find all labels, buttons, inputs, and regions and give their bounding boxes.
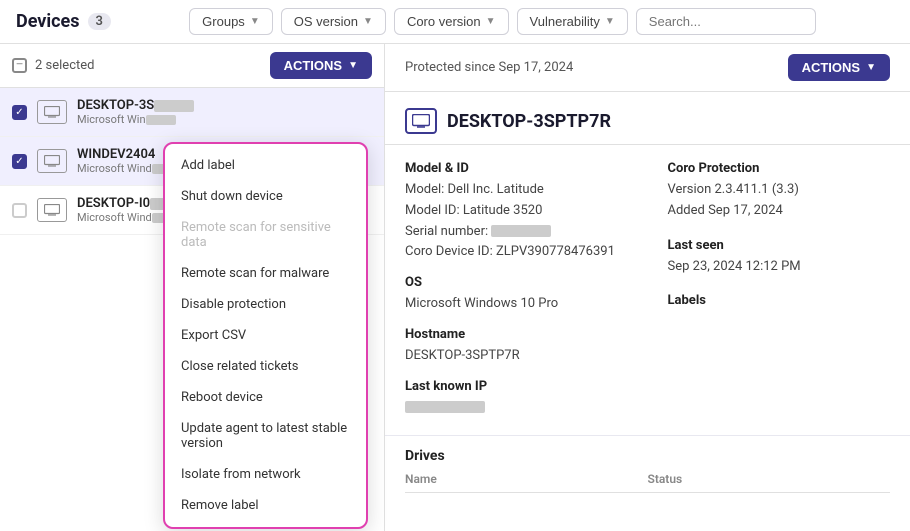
page-title: Devices: [16, 11, 80, 32]
last-known-ip-title: Last known IP: [405, 379, 628, 394]
dropdown-item-close-tickets[interactable]: Close related tickets: [165, 351, 366, 382]
drives-section: Drives Name Status: [385, 435, 910, 509]
device-info: DESKTOP-3S Microsoft Win: [77, 98, 372, 126]
filter-bar: Groups ▼ OS version ▼ Coro version ▼ Vul…: [111, 8, 894, 35]
device-checkbox[interactable]: [12, 105, 27, 120]
drives-title: Drives: [405, 436, 890, 472]
devices-count-badge: 3: [88, 13, 111, 30]
serial-number: Serial number:: [405, 222, 628, 243]
dropdown-item-shutdown[interactable]: Shut down device: [165, 181, 366, 212]
coro-device-id: Coro Device ID: ZLPV390778476391: [405, 242, 628, 263]
added-date: Added Sep 17, 2024: [668, 201, 891, 222]
detail-left-col: Model & ID Model: Dell Inc. Latitude Mod…: [405, 161, 628, 419]
device-checkbox[interactable]: [12, 203, 27, 218]
hostname-value: DESKTOP-3SPTP7R: [405, 346, 628, 367]
coro-protection-title: Coro Protection: [668, 161, 891, 176]
os-version-filter-btn[interactable]: OS version ▼: [281, 8, 386, 35]
dropdown-item-isolate[interactable]: Isolate from network: [165, 459, 366, 490]
hostname-title: Hostname: [405, 327, 628, 342]
selected-count-label: 2 selected: [35, 58, 94, 73]
selected-info: 2 selected: [12, 58, 94, 73]
protected-since-label: Protected since Sep 17, 2024: [405, 60, 573, 75]
device-icon: [37, 149, 67, 173]
devices-title-area: Devices 3: [16, 11, 111, 32]
device-icon: [37, 100, 67, 124]
search-input[interactable]: [636, 8, 816, 35]
list-actions-button[interactable]: ACTIONS ▼: [270, 52, 372, 79]
ip-blurred: [405, 401, 485, 413]
serial-number-blurred: [491, 225, 551, 237]
chevron-down-icon: ▼: [866, 62, 876, 73]
vulnerability-filter-btn[interactable]: Vulnerability ▼: [517, 8, 628, 35]
top-header: Devices 3 Groups ▼ OS version ▼ Coro ver…: [0, 0, 910, 44]
dropdown-item-reboot[interactable]: Reboot device: [165, 382, 366, 413]
detail-header: Protected since Sep 17, 2024 ACTIONS ▼: [385, 44, 910, 92]
list-item[interactable]: DESKTOP-3S Microsoft Win: [0, 88, 384, 137]
chevron-down-icon: ▼: [363, 16, 373, 27]
detail-actions-button[interactable]: ACTIONS ▼: [788, 54, 890, 81]
device-os: Microsoft Win: [77, 113, 372, 126]
detail-device-icon: [405, 108, 437, 134]
coro-version: Version 2.3.411.1 (3.3): [668, 180, 891, 201]
model-id-value: Model ID: Latitude 3520: [405, 201, 628, 222]
device-checkbox[interactable]: [12, 154, 27, 169]
device-icon: [37, 198, 67, 222]
dropdown-item-disable-protection[interactable]: Disable protection: [165, 289, 366, 320]
model-brand: Model: Dell Inc. Latitude: [405, 180, 628, 201]
right-panel: Protected since Sep 17, 2024 ACTIONS ▼ D…: [385, 44, 910, 531]
detail-body: Model & ID Model: Dell Inc. Latitude Mod…: [385, 145, 910, 435]
groups-filter-btn[interactable]: Groups ▼: [189, 8, 273, 35]
dropdown-item-remove-label[interactable]: Remove label: [165, 490, 366, 521]
last-seen-title: Last seen: [668, 238, 891, 253]
dropdown-item-remote-scan-malware[interactable]: Remote scan for malware: [165, 258, 366, 289]
chevron-down-icon: ▼: [348, 60, 358, 71]
select-all-checkbox[interactable]: [12, 58, 27, 73]
drives-table-header: Name Status: [405, 472, 890, 493]
app-container: Devices 3 Groups ▼ OS version ▼ Coro ver…: [0, 0, 910, 531]
dropdown-item-remote-scan-sensitive: Remote scan for sensitive data: [165, 212, 366, 258]
chevron-down-icon: ▼: [250, 16, 260, 27]
dropdown-item-add-label[interactable]: Add label: [165, 150, 366, 181]
actions-dropdown-menu: Add label Shut down device Remote scan f…: [163, 142, 368, 529]
drives-col-name: Name: [405, 472, 648, 486]
device-name: DESKTOP-3S: [77, 98, 372, 113]
coro-version-filter-btn[interactable]: Coro version ▼: [394, 8, 509, 35]
main-content: 2 selected ACTIONS ▼: [0, 44, 910, 531]
model-id-title: Model & ID: [405, 161, 628, 176]
labels-title: Labels: [668, 293, 891, 308]
chevron-down-icon: ▼: [605, 16, 615, 27]
last-known-ip-value: [405, 398, 628, 419]
chevron-down-icon: ▼: [486, 16, 496, 27]
detail-right-col: Coro Protection Version 2.3.411.1 (3.3) …: [668, 161, 891, 419]
dropdown-item-export-csv[interactable]: Export CSV: [165, 320, 366, 351]
detail-device-title: DESKTOP-3SPTP7R: [447, 111, 611, 132]
last-seen-value: Sep 23, 2024 12:12 PM: [668, 257, 891, 278]
dropdown-item-update-agent[interactable]: Update agent to latest stable version: [165, 413, 366, 459]
detail-device-name-row: DESKTOP-3SPTP7R: [385, 92, 910, 145]
list-toolbar: 2 selected ACTIONS ▼: [0, 44, 384, 88]
os-value: Microsoft Windows 10 Pro: [405, 294, 628, 315]
drives-col-status: Status: [648, 472, 891, 486]
os-title: OS: [405, 275, 628, 290]
left-panel: 2 selected ACTIONS ▼: [0, 44, 385, 531]
